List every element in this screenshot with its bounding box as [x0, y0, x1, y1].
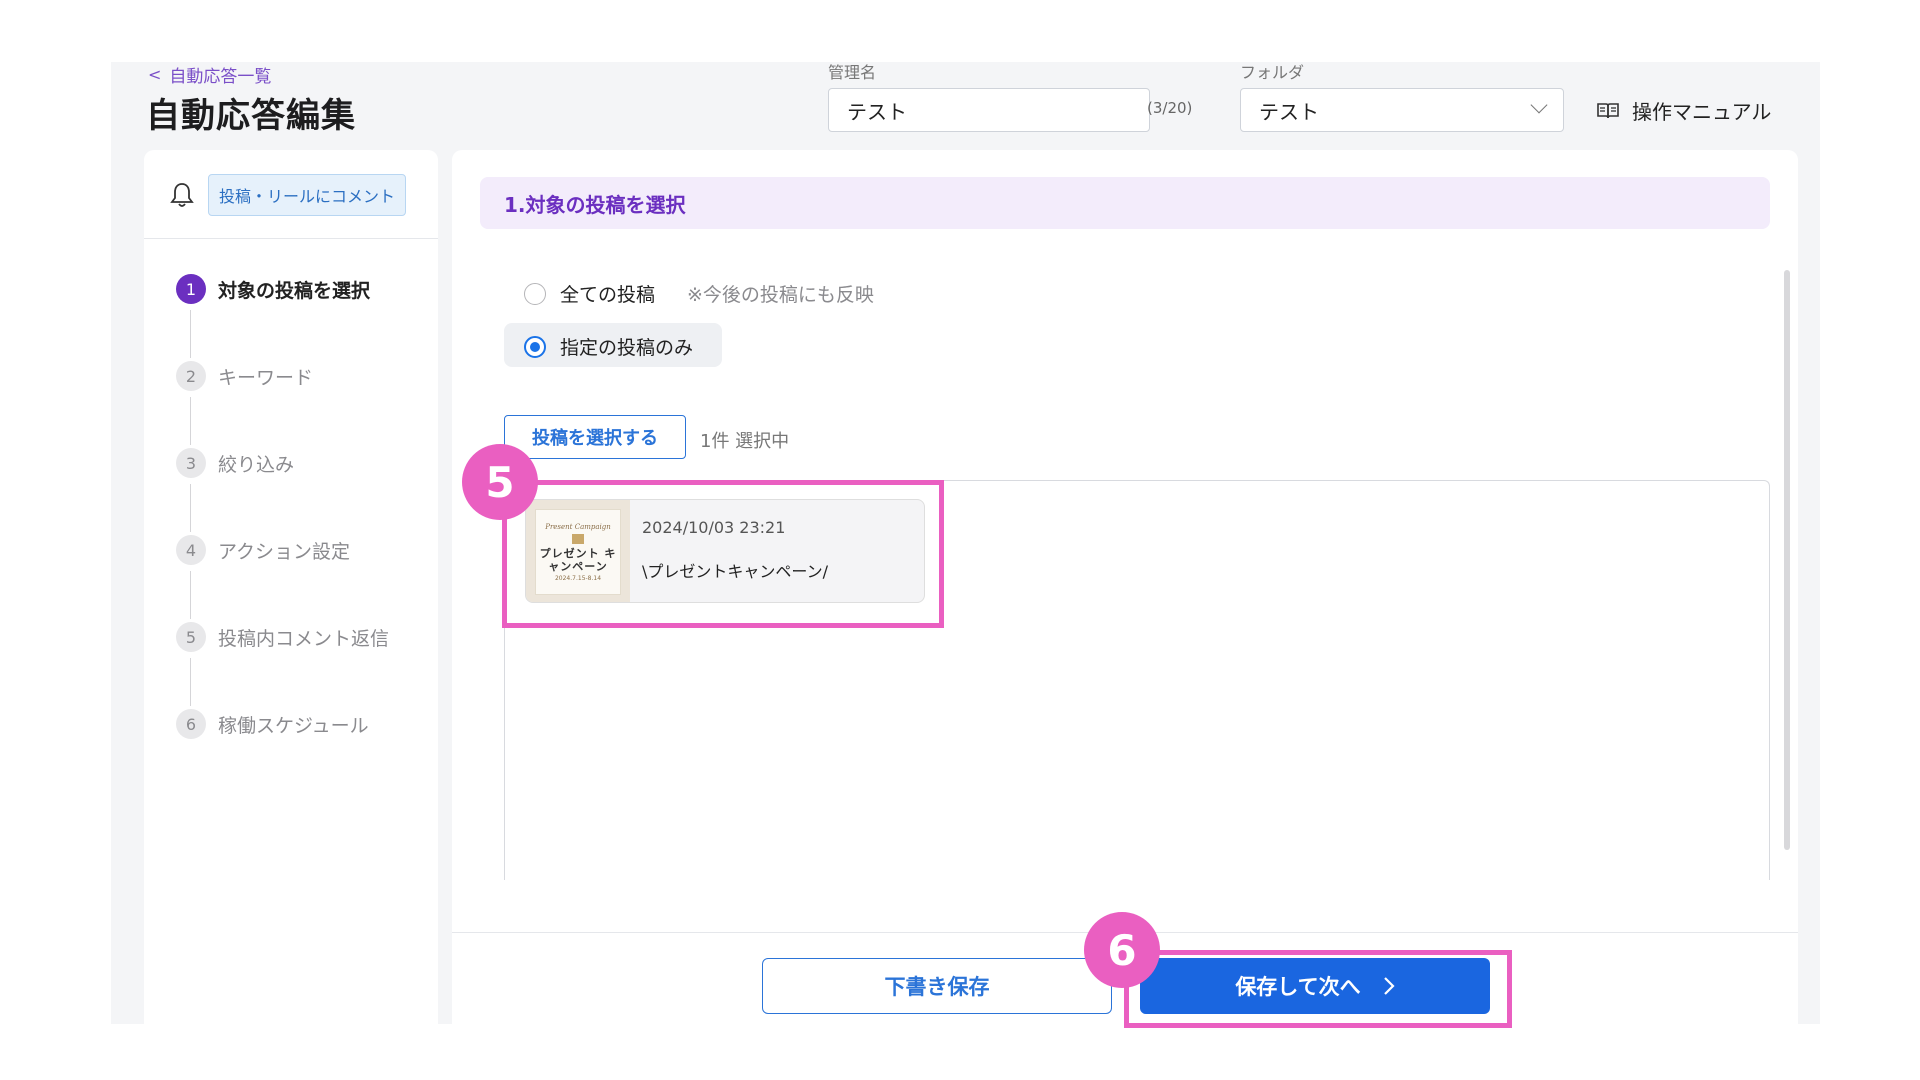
radio-button[interactable]: [524, 282, 546, 305]
step-number: 2: [176, 361, 206, 391]
annotation-badge-6: 6: [1084, 912, 1160, 988]
bell-icon: [170, 183, 194, 207]
chevron-left-icon: <: [148, 65, 162, 84]
trigger-type-tag: 投稿・リールにコメント: [208, 174, 407, 216]
select-posts-button[interactable]: 投稿を選択する: [504, 415, 686, 459]
step-label: アクション設定: [218, 540, 351, 563]
back-link-label: 自動応答一覧: [169, 67, 272, 87]
name-input[interactable]: テスト: [828, 88, 1150, 132]
steps-sidebar: 投稿・リールにコメント 1 対象の投稿を選択 2 キーワード 3 絞り込み 4 …: [144, 150, 438, 1024]
step-label: 対象の投稿を選択: [218, 279, 371, 302]
selected-count: 1件 選択中: [700, 431, 790, 452]
highlight-post-card: [502, 480, 944, 628]
name-char-counter: (3/20): [1147, 99, 1193, 117]
step-number: 4: [176, 535, 206, 565]
back-to-list-link[interactable]: < 自動応答一覧: [148, 62, 271, 87]
step-number: 5: [176, 622, 206, 652]
step-number: 6: [176, 709, 206, 739]
option-all-label: 全ての投稿: [560, 284, 656, 306]
step-5-comment-reply[interactable]: 5 投稿内コメント返信: [176, 622, 389, 652]
step-number: 1: [176, 274, 206, 304]
name-field-label: 管理名: [828, 63, 877, 82]
step-1-target-posts[interactable]: 1 対象の投稿を選択: [176, 274, 370, 304]
folder-select[interactable]: テスト: [1240, 88, 1564, 132]
radio-button-checked[interactable]: [524, 335, 546, 358]
step-connector: [190, 397, 191, 445]
book-icon: [1597, 102, 1619, 118]
option-all-note: ※今後の投稿にも反映: [687, 284, 874, 306]
trigger-row: 投稿・リールにコメント: [170, 174, 407, 216]
step-connector: [190, 571, 191, 619]
step-3-filter[interactable]: 3 絞り込み: [176, 448, 294, 478]
step-6-schedule[interactable]: 6 稼働スケジュール: [176, 709, 369, 739]
step-connector: [190, 658, 191, 706]
option-specific-label: 指定の投稿のみ: [560, 337, 694, 359]
save-draft-button[interactable]: 下書き保存: [762, 958, 1112, 1014]
manual-link[interactable]: 操作マニュアル: [1596, 96, 1771, 125]
step-number: 3: [176, 448, 206, 478]
step-label: 絞り込み: [218, 453, 295, 476]
step-label: 稼働スケジュール: [218, 714, 369, 737]
step-label: キーワード: [218, 366, 314, 389]
step-2-keyword[interactable]: 2 キーワード: [176, 361, 313, 391]
page-title: 自動応答編集: [146, 96, 356, 136]
folder-field-label: フォルダ: [1240, 63, 1305, 82]
scrollbar[interactable]: [1784, 270, 1790, 850]
sidebar-divider: [144, 238, 438, 239]
highlight-next-button: [1124, 950, 1512, 1028]
step-connector: [190, 484, 191, 532]
option-specific-posts[interactable]: 指定の投稿のみ: [524, 333, 693, 360]
annotation-badge-5: 5: [462, 444, 538, 520]
step-4-action[interactable]: 4 アクション設定: [176, 535, 350, 565]
folder-select-value: テスト: [1259, 99, 1319, 124]
step-connector: [190, 310, 191, 358]
step-label: 投稿内コメント返信: [218, 627, 390, 650]
manual-label: 操作マニュアル: [1632, 100, 1772, 124]
chevron-down-icon: [1530, 96, 1548, 114]
section-title: 1.対象の投稿を選択: [480, 177, 1770, 229]
option-all-posts[interactable]: 全ての投稿 ※今後の投稿にも反映: [524, 280, 874, 307]
